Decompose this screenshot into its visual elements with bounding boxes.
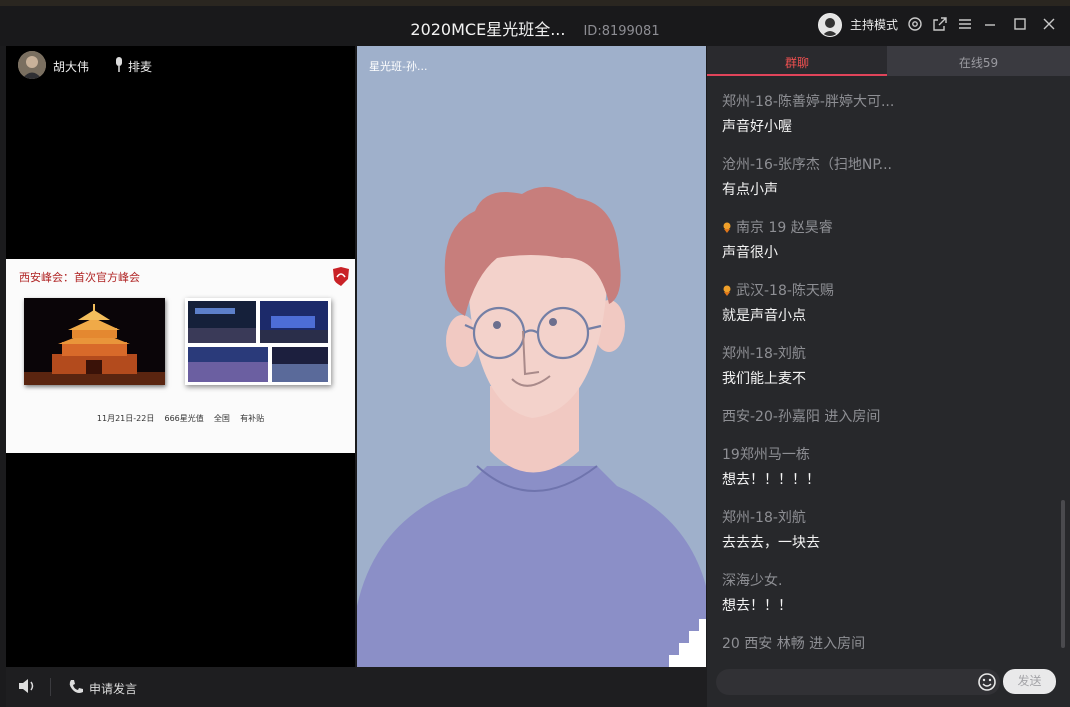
student-video	[357, 46, 706, 667]
message-sender-row: 武汉-18-陈天赐	[722, 281, 1058, 302]
popout-icon[interactable]	[930, 14, 950, 34]
chat-message: 19郑州马一栋 想去！！！！！	[722, 445, 1058, 508]
message-text: 想去！！！	[722, 598, 792, 614]
chat-message: 郑州-18-刘航 我们能上麦不	[722, 344, 1058, 407]
tab-online-label: 在线59	[958, 56, 999, 70]
message-text: 就是声音小点	[722, 308, 806, 324]
toolbar-divider	[50, 678, 51, 696]
message-text: 有点小声	[722, 182, 778, 198]
speaker-icon[interactable]	[17, 677, 37, 699]
teacher-name: 胡大伟	[53, 60, 90, 74]
chat-scrollbar[interactable]	[1061, 500, 1065, 648]
message-sender: 郑州-18-刘航	[722, 510, 806, 526]
active-tab-underline	[707, 74, 887, 76]
settings-icon[interactable]	[905, 14, 925, 34]
bell-tower-photo	[24, 298, 165, 385]
system-message: 西安-20-孙嘉阳 进入房间	[722, 407, 1058, 437]
message-sender: 沧州-16-张序杰（扫地NP...	[722, 157, 893, 173]
message-text: 我们能上麦不	[722, 371, 806, 387]
slide-caption: 11月21日-22日 666星光值 全国 有补贴	[96, 414, 265, 423]
tab-online[interactable]: 在线59	[887, 46, 1070, 76]
host-mode-label[interactable]: 主持模式	[850, 16, 898, 33]
member-badge-icon	[723, 285, 731, 296]
student-name-label: 星光班-孙...	[369, 60, 428, 73]
message-sender: 19郑州马一栋	[722, 447, 810, 463]
tab-group-chat[interactable]: 群聊	[707, 46, 887, 76]
chat-message: 南京 19 赵昊睿 声音很小	[722, 218, 1058, 281]
tab-group-chat-label: 群聊	[784, 56, 809, 70]
chat-input[interactable]	[716, 669, 1000, 695]
message-sender: 郑州-18-刘航	[722, 346, 806, 362]
phone-icon[interactable]	[67, 678, 85, 700]
shared-slide: 西安峰会：首次官方峰会 11月21日-22日 666星光值 全国 有补贴	[6, 259, 355, 453]
chat-message: 武汉-18-陈天赐 就是声音小点	[722, 281, 1058, 344]
message-sender: 深海少女.	[722, 573, 783, 589]
message-sender: 郑州-18-陈善婷-胖婷大可...	[722, 94, 895, 110]
system-message-text: 西安-20-孙嘉阳 进入房间	[722, 409, 881, 425]
summit-photos	[185, 298, 331, 385]
chat-message: 沧州-16-张序杰（扫地NP... 有点小声	[722, 155, 1058, 218]
maximize-icon[interactable]	[1010, 14, 1030, 34]
message-sender-row: 南京 19 赵昊睿	[722, 218, 1058, 239]
cartoon-avatar-icon	[357, 46, 706, 667]
chat-message: 郑州-18-陈善婷-胖婷大可... 声音好小喔	[722, 92, 1058, 155]
message-text: 去去去，一块去	[722, 535, 820, 551]
chat-message: 郑州-18-刘航 去去去，一块去	[722, 508, 1058, 571]
message-text: 声音很小	[722, 245, 778, 261]
menu-icon[interactable]	[955, 14, 975, 34]
minimize-icon[interactable]	[980, 14, 1000, 34]
host-avatar[interactable]	[818, 13, 842, 37]
shield-logo-icon	[332, 267, 350, 291]
system-message-text: 20 西安 林畅 进入房间	[722, 636, 866, 652]
close-icon[interactable]	[1039, 14, 1059, 34]
message-text: 想去！！！！！	[722, 472, 820, 488]
mic-queue-label[interactable]: 排麦	[128, 58, 152, 75]
send-button[interactable]: 发送	[1003, 669, 1056, 694]
mic-icon	[113, 57, 125, 77]
message-text: 声音好小喔	[722, 119, 792, 135]
message-sender: 南京 19 赵昊睿	[736, 220, 833, 236]
emoji-icon[interactable]	[977, 672, 997, 692]
member-badge-icon	[723, 222, 731, 233]
message-sender: 武汉-18-陈天赐	[736, 283, 834, 299]
apply-to-speak-button[interactable]: 申请发言	[89, 680, 137, 697]
teacher-avatar	[18, 51, 46, 79]
system-message: 20 西安 林畅 进入房间	[722, 634, 1058, 664]
slide-title: 西安峰会：首次官方峰会	[19, 271, 140, 284]
chat-message: 深海少女. 想去！！！	[722, 571, 1058, 634]
chat-message-list: 郑州-18-陈善婷-胖婷大可... 声音好小喔 沧州-16-张序杰（扫地NP..…	[722, 92, 1058, 664]
